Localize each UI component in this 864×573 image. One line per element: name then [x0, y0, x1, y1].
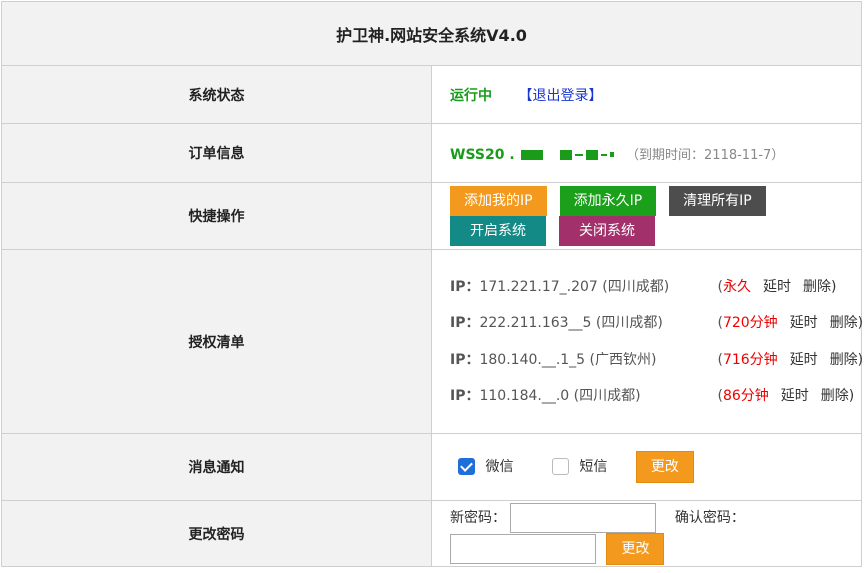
add-my-ip-button[interactable]: 添加我的IP	[450, 186, 547, 216]
wechat-label: 微信	[485, 459, 514, 475]
enable-system-button[interactable]: 开启系统	[450, 216, 546, 246]
new-password-field[interactable]	[510, 502, 657, 533]
sms-label: 短信	[579, 459, 608, 475]
notify-change-button[interactable]: 更改	[635, 451, 694, 483]
order-number: WSS20	[450, 146, 505, 163]
ip-duration: 716分钟	[722, 351, 778, 368]
clear-all-ip-button[interactable]: 清理所有IP	[669, 186, 766, 216]
confirm-password-field[interactable]	[450, 533, 596, 564]
status-label: 系统状态	[1, 65, 432, 124]
disable-system-button[interactable]: 关闭系统	[559, 216, 655, 246]
page-title: 护卫神.网站安全系统V4.0	[1, 1, 862, 66]
ip-address: 180.140.__.1_5 (广西钦州)	[479, 351, 657, 368]
wechat-checkbox[interactable]	[458, 457, 475, 475]
notification-label: 消息通知	[1, 433, 432, 501]
delete-link[interactable]: 删除)	[830, 352, 863, 368]
ip-list-item: IP：222.211.163__5 (四川成都) (720分钟 延时 删除)	[450, 305, 863, 342]
extend-link[interactable]: 延时	[781, 388, 809, 404]
add-permanent-ip-button[interactable]: 添加永久IP	[559, 186, 657, 216]
ip-address: 222.211.163__5 (四川成都)	[479, 315, 663, 331]
redaction-mark	[521, 149, 544, 160]
quick-actions-label: 快捷操作	[1, 182, 432, 250]
ip-address: 110.184.__.0 (四川成都)	[479, 388, 641, 404]
extend-link[interactable]: 延时	[763, 279, 791, 295]
extend-link[interactable]: 延时	[790, 315, 818, 331]
confirm-password-label: 确认密码：	[674, 509, 745, 526]
password-change-button[interactable]: 更改	[606, 532, 665, 565]
ip-duration: 86分钟	[722, 388, 769, 404]
extend-link[interactable]: 延时	[790, 352, 818, 368]
redaction-mark	[559, 149, 572, 160]
auth-list-label: 授权清单	[1, 249, 432, 434]
ip-address: 171.221.17_.207 (四川成都)	[479, 278, 670, 295]
delete-link[interactable]: 删除)	[830, 315, 863, 331]
expiry-date: （到期时间：2118-11-7）	[626, 147, 785, 163]
ip-duration: 720分钟	[722, 315, 778, 331]
password-label: 更改密码	[1, 500, 432, 567]
order-label: 订单信息	[1, 123, 432, 183]
delete-link[interactable]: 删除)	[803, 279, 836, 295]
ip-list-item: IP：180.140.__.1_5 (广西钦州) (716分钟 延时 删除)	[450, 342, 863, 379]
sms-checkbox[interactable]	[551, 457, 569, 475]
new-password-label: 新密码：	[450, 509, 506, 526]
delete-link[interactable]: 删除)	[821, 388, 854, 404]
main-table: 护卫神.网站安全系统V4.0 系统状态 运行中 【退出登录】 订单信息 WSS2…	[1, 1, 863, 567]
ip-list-item: IP：110.184.__.0 (四川成都) (86分钟 延时 删除)	[450, 378, 860, 415]
status-running-text: 运行中	[450, 87, 492, 104]
ip-duration: 永久	[722, 278, 751, 295]
logout-link[interactable]: 【退出登录】	[518, 88, 602, 104]
ip-list-item: IP：171.221.17_.207 (四川成都) (永久 延时 删除)	[450, 269, 860, 306]
